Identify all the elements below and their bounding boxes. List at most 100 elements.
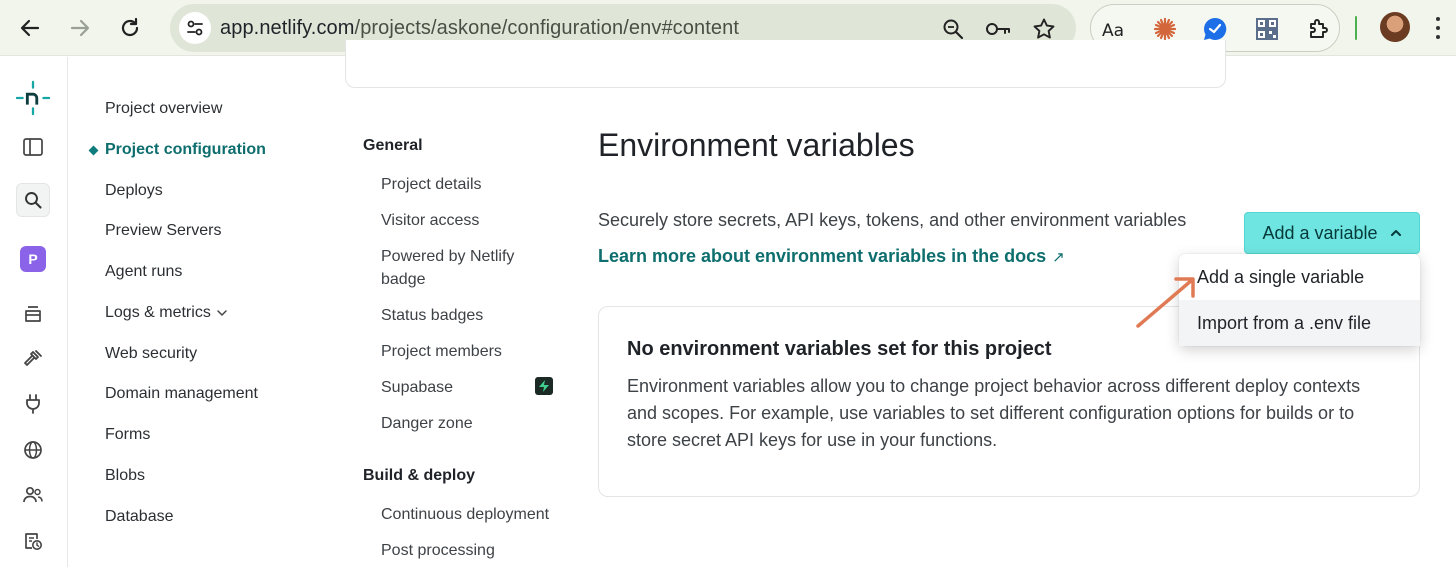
reload-button[interactable] [114, 12, 146, 44]
annotation-arrow-icon [1136, 277, 1195, 328]
puzzle-icon [1310, 19, 1328, 38]
nav-label: Agent runs [105, 263, 183, 280]
docs-link[interactable]: Learn more about environment variables i… [598, 246, 1065, 267]
key-icon [986, 23, 1010, 35]
claude-extension[interactable] [1151, 15, 1179, 43]
hammer-icon [24, 350, 42, 366]
nav-label: Domain management [105, 385, 258, 402]
netlify-logo-icon [16, 80, 50, 116]
zoom-icon [943, 19, 964, 40]
nav-label: Blobs [105, 467, 146, 484]
subnav-supabase[interactable]: Supabase [381, 376, 453, 399]
users-icon [23, 486, 43, 503]
site-settings-button[interactable] [179, 12, 211, 44]
nav-label: Preview Servers [105, 222, 222, 239]
rail-members-button[interactable] [16, 478, 50, 512]
qr-code-icon [1256, 18, 1278, 40]
subnav-danger-zone[interactable]: Danger zone [381, 412, 473, 435]
back-arrow-icon [20, 19, 40, 37]
subnav-status-badges[interactable]: Status badges [381, 304, 483, 327]
nav-deploys[interactable]: Deploys [105, 182, 163, 200]
empty-state-body: Environment variables allow you to chang… [627, 376, 1361, 450]
menu-item-label: Add a single variable [1197, 266, 1365, 287]
subnav-project-members[interactable]: Project members [381, 340, 502, 363]
workspace-badge: P [20, 246, 46, 272]
toolbar-divider [1355, 16, 1357, 40]
plug-icon [26, 394, 40, 414]
star-icon [1033, 18, 1055, 39]
rail-sites-button[interactable] [16, 297, 50, 331]
chevron-up-icon [1390, 230, 1401, 236]
clipboard-clock-icon [25, 533, 42, 550]
subnav-powered-by-badge[interactable]: Powered by Netlify badge [381, 245, 531, 291]
nav-label: Forms [105, 426, 151, 443]
add-variable-menu: Add a single variable Import from a .env… [1179, 254, 1420, 346]
toggle-sidebar-button[interactable] [16, 130, 50, 164]
bookmark-button[interactable] [1031, 16, 1057, 42]
rail-builds-button[interactable] [16, 342, 50, 376]
forward-button[interactable] [64, 12, 96, 44]
sparkle-burst-icon [1153, 17, 1177, 41]
chevron-down-icon [217, 310, 227, 316]
back-button[interactable] [14, 12, 46, 44]
reload-icon [121, 17, 139, 37]
add-variable-button[interactable]: Add a variable [1244, 212, 1420, 254]
add-variable-label: Add a variable [1262, 222, 1378, 243]
nav-logs-metrics[interactable]: Logs & metrics [105, 304, 227, 322]
icon-rail: P [0, 57, 68, 567]
nav-blobs[interactable]: Blobs [105, 467, 145, 485]
sidebar-panel-icon [23, 138, 43, 156]
qr-code-extension[interactable] [1253, 15, 1281, 43]
font-aa-icon: Aa [1102, 21, 1124, 39]
forward-arrow-icon [70, 19, 90, 37]
nav-domain-management[interactable]: Domain management [105, 385, 258, 403]
menu-item-import-env-file[interactable]: Import from a .env file [1179, 300, 1420, 346]
profile-avatar[interactable] [1380, 12, 1410, 42]
tune-icon [187, 20, 203, 36]
menu-item-label: Import from a .env file [1197, 312, 1372, 333]
rail-audit-log-button[interactable] [16, 524, 50, 558]
page-title: Environment variables [598, 127, 915, 163]
subnav-visitor-access[interactable]: Visitor access [381, 209, 479, 232]
rail-integrations-button[interactable] [16, 387, 50, 421]
workspace-switcher[interactable]: P [16, 242, 50, 276]
nav-label: Logs & metrics [105, 304, 211, 321]
password-manager-button[interactable] [985, 16, 1011, 42]
nav-forms[interactable]: Forms [105, 426, 150, 444]
subnav-post-processing[interactable]: Post processing [381, 539, 495, 562]
nav-label: Project configuration [105, 141, 266, 158]
supabase-logo-icon [535, 377, 553, 395]
stack-icon [25, 306, 41, 322]
nav-label: Project overview [105, 100, 223, 117]
menu-item-add-single-variable[interactable]: Add a single variable [1179, 254, 1420, 300]
search-icon [25, 192, 42, 209]
copilot-extension[interactable] [1201, 15, 1229, 43]
nav-database[interactable]: Database [105, 508, 174, 526]
nav-label: Deploys [105, 182, 163, 199]
nav-preview-servers[interactable]: Preview Servers [105, 222, 221, 240]
netlify-logo[interactable] [16, 80, 50, 116]
svg-text:Aa: Aa [1102, 21, 1124, 39]
docs-link-text: Learn more about environment variables i… [598, 246, 1047, 266]
subnav-heading-build-deploy: Build & deploy [363, 467, 475, 484]
nav-project-configuration[interactable]: Project configuration [105, 141, 266, 159]
nav-agent-runs[interactable]: Agent runs [105, 263, 182, 281]
chat-bubble-icon [1204, 17, 1227, 40]
section-description: Securely store secrets, API keys, tokens… [598, 210, 1187, 230]
reader-mode-extension[interactable]: Aa [1101, 15, 1129, 43]
previous-section-card [345, 40, 1226, 88]
nav-web-security[interactable]: Web security [105, 345, 197, 363]
globe-icon [24, 441, 42, 459]
browser-menu-button[interactable] [1430, 14, 1446, 42]
nav-label: Database [105, 508, 174, 525]
extensions-menu-button[interactable] [1305, 15, 1333, 43]
empty-state-title: No environment variables set for this pr… [627, 338, 1052, 360]
subnav-continuous-deployment[interactable]: Continuous deployment [381, 503, 549, 526]
nav-project-overview[interactable]: Project overview [105, 100, 222, 118]
search-button[interactable] [16, 183, 50, 217]
url-text[interactable]: app.netlify.com/projects/askone/configur… [220, 17, 739, 40]
subnav-project-details[interactable]: Project details [381, 173, 482, 196]
nav-label: Web security [105, 345, 198, 362]
rail-domains-button[interactable] [16, 433, 50, 467]
zoom-button[interactable] [940, 16, 966, 42]
